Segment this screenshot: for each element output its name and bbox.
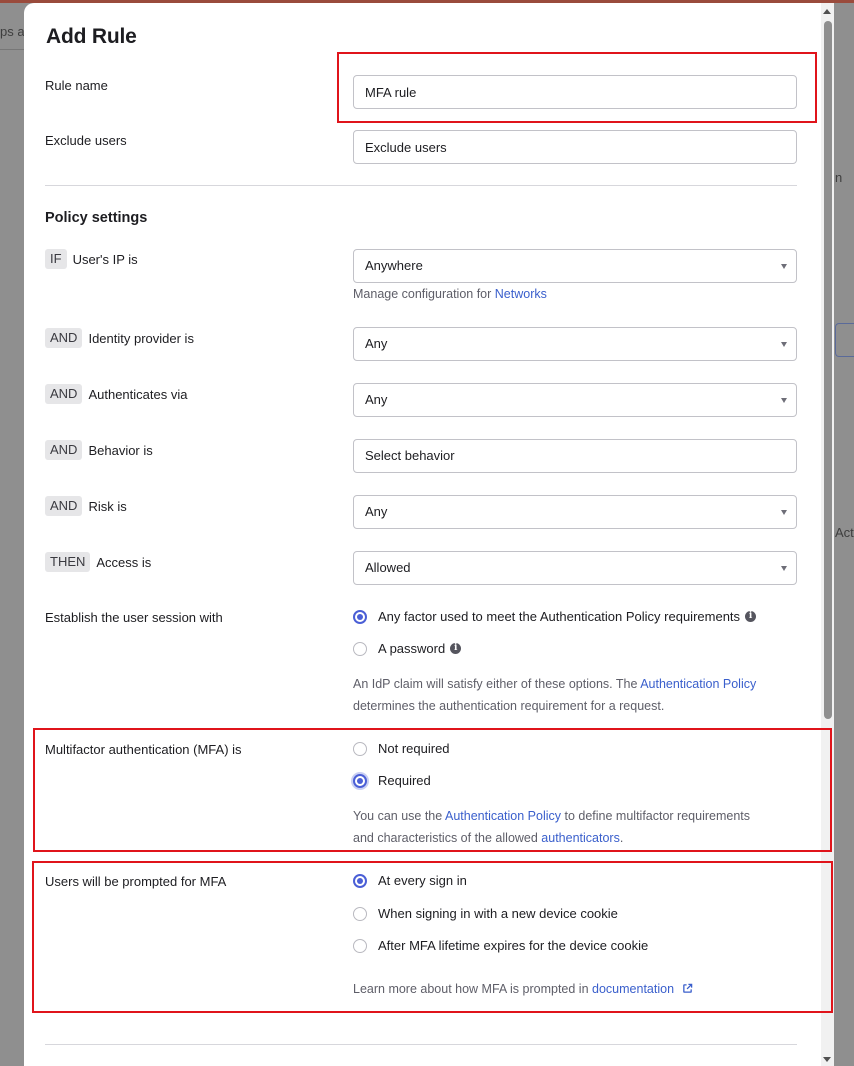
chevron-down-icon xyxy=(781,510,787,515)
risk-select[interactable]: Any xyxy=(353,495,797,529)
scroll-down-arrow-icon[interactable] xyxy=(823,1057,831,1062)
select-value: Allowed xyxy=(365,560,411,575)
networks-link[interactable]: Networks xyxy=(495,287,547,301)
session-option-password[interactable]: A password i xyxy=(353,641,462,656)
chevron-down-icon xyxy=(781,566,787,571)
section-divider xyxy=(45,185,797,186)
rule-name-label: Rule name xyxy=(45,78,108,93)
highlight-rule-name xyxy=(337,52,817,123)
select-value: Any xyxy=(365,504,388,519)
select-value: Any xyxy=(365,336,388,351)
exclude-users-input[interactable] xyxy=(353,130,797,164)
and-badge: AND xyxy=(45,384,83,404)
condition-label: Identity provider is xyxy=(88,330,194,346)
condition-label: Access is xyxy=(96,554,152,570)
session-helper-text-2: determines the authentication requiremen… xyxy=(353,699,665,713)
exclude-users-label: Exclude users xyxy=(45,133,127,148)
condition-authenticates: AND Authenticates via xyxy=(45,384,187,404)
session-option-any-factor[interactable]: Any factor used to meet the Authenticati… xyxy=(353,609,757,624)
radio-selected[interactable] xyxy=(353,609,367,624)
policy-settings-title: Policy settings xyxy=(45,210,148,226)
authenticates-via-select[interactable]: Any xyxy=(353,383,797,417)
session-helper: An IdP claim will satisfy either of thes… xyxy=(353,673,803,717)
bg-hint-actions: Acti xyxy=(835,525,854,540)
condition-label: User's IP is xyxy=(72,251,138,267)
identity-provider-select[interactable]: Any xyxy=(353,327,797,361)
session-label: Establish the user session with xyxy=(45,610,223,625)
info-icon[interactable]: i xyxy=(745,611,757,622)
and-badge: AND xyxy=(45,328,83,348)
condition-risk: AND Risk is xyxy=(45,496,127,516)
condition-access: THEN Access is xyxy=(45,552,151,572)
scroll-thumb[interactable] xyxy=(824,21,832,719)
condition-idp: AND Identity provider is xyxy=(45,328,194,348)
authentication-policy-link[interactable]: Authentication Policy xyxy=(640,677,756,691)
info-icon[interactable]: i xyxy=(450,643,462,654)
condition-behavior: AND Behavior is xyxy=(45,440,153,460)
chevron-down-icon xyxy=(781,342,787,347)
condition-ip: IF User's IP is xyxy=(45,249,138,269)
select-value: Anywhere xyxy=(365,258,423,273)
and-badge: AND xyxy=(45,440,83,460)
bg-search-hint: ps a xyxy=(0,24,25,39)
radio-label: Any factor used to meet the Authenticati… xyxy=(378,609,741,624)
condition-label: Risk is xyxy=(88,498,127,514)
and-badge: AND xyxy=(45,496,83,516)
networks-helper-text: Manage configuration for xyxy=(353,287,495,301)
radio-unselected[interactable] xyxy=(353,641,367,656)
access-select[interactable]: Allowed xyxy=(353,551,797,585)
user-ip-select[interactable]: Anywhere xyxy=(353,249,797,283)
behavior-input[interactable]: Select behavior xyxy=(353,439,797,473)
condition-label: Behavior is xyxy=(88,442,153,458)
if-badge: IF xyxy=(45,249,67,269)
networks-helper: Manage configuration for Networks xyxy=(353,283,547,305)
bg-hint-right: n xyxy=(835,170,843,185)
then-badge: THEN xyxy=(45,552,91,572)
bottom-divider xyxy=(45,1044,797,1045)
radio-label: A password xyxy=(378,641,446,656)
bg-button xyxy=(835,323,854,357)
bg-divider xyxy=(0,49,24,50)
chevron-down-icon xyxy=(781,264,787,269)
scroll-up-arrow-icon[interactable] xyxy=(823,9,831,14)
highlight-prompt xyxy=(32,861,833,1013)
session-helper-text: An IdP claim will satisfy either of thes… xyxy=(353,677,641,691)
condition-label: Authenticates via xyxy=(88,386,188,402)
select-value: Any xyxy=(365,392,388,407)
chevron-down-icon xyxy=(781,398,787,403)
select-value: Select behavior xyxy=(365,448,455,463)
modal-title: Add Rule xyxy=(46,25,137,48)
highlight-mfa xyxy=(33,728,832,852)
